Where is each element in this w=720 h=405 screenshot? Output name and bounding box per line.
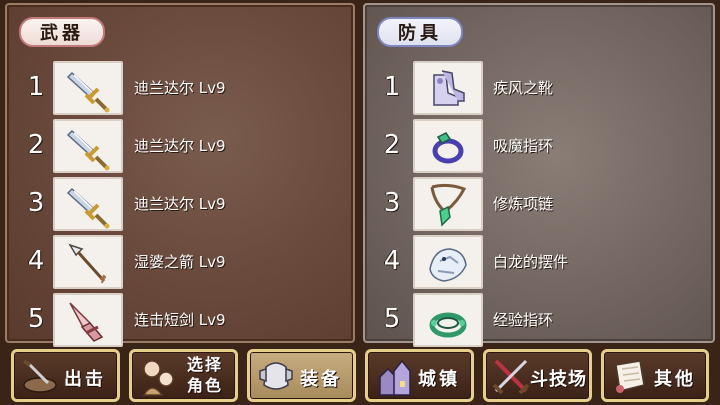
armor-slot-3[interactable]: 3 修炼项链 <box>365 177 713 233</box>
slot-number: 3 <box>383 188 401 218</box>
arrow-icon <box>68 243 107 284</box>
weapons-title: 武器 <box>19 17 105 47</box>
weapon-slot-5[interactable]: 5 连击短剑 Lv9 <box>7 293 353 349</box>
nav-label: 斗技场 <box>530 369 587 390</box>
character-icon <box>142 360 174 396</box>
slot-number: 3 <box>27 188 45 218</box>
nav-equip-button[interactable]: 装备 <box>247 349 356 402</box>
necklace-icon <box>430 183 467 227</box>
item-icon-box[interactable] <box>413 61 483 115</box>
nav-label: 城镇 <box>418 369 460 390</box>
item-name: 经验指环 <box>493 311 554 329</box>
slot-number: 5 <box>383 304 401 334</box>
weapon-slot-2[interactable]: 2 迪兰达尔 Lv9 <box>7 119 353 175</box>
sword-icon <box>66 187 110 229</box>
armor-slot-1[interactable]: 1 疾风之靴 <box>365 61 713 117</box>
item-name: 修炼项链 <box>493 195 554 213</box>
item-name: 吸魔指环 <box>493 137 554 155</box>
nav-label: 出击 <box>64 369 106 390</box>
nav-town-button[interactable]: 城镇 <box>365 349 474 402</box>
green-ring-icon <box>429 312 467 338</box>
item-icon-box[interactable] <box>413 119 483 173</box>
item-name: 迪兰达尔 Lv9 <box>134 137 226 155</box>
slot-number: 4 <box>27 246 45 276</box>
item-name: 湿婆之箭 Lv9 <box>134 253 226 271</box>
item-icon-box[interactable] <box>53 177 123 231</box>
item-icon-box[interactable] <box>53 61 123 115</box>
weapons-panel: 武器 1 迪兰达尔 Lv9 2 迪兰达尔 Lv9 3 迪兰达尔 Lv9 4 湿婆… <box>5 3 355 347</box>
slot-number: 4 <box>383 246 401 276</box>
armor-equip-icon <box>259 362 293 390</box>
boots-icon <box>433 70 465 106</box>
nav-label-line1: 选择 <box>186 355 223 374</box>
item-icon-box[interactable] <box>53 235 123 289</box>
slot-number: 1 <box>383 72 401 102</box>
armor-slot-4[interactable]: 4 白龙的摆件 <box>365 235 713 291</box>
item-name: 迪兰达尔 Lv9 <box>134 195 226 213</box>
nav-arena-button[interactable]: 斗技场 <box>483 349 592 402</box>
item-icon-box[interactable] <box>413 177 483 231</box>
item-name: 疾风之靴 <box>493 79 554 97</box>
dragon-ornament-icon <box>429 248 467 282</box>
slot-number: 1 <box>27 72 45 102</box>
sortie-icon <box>22 359 57 393</box>
slot-number: 2 <box>27 130 45 160</box>
item-name: 迪兰达尔 Lv9 <box>134 79 226 97</box>
slot-number: 5 <box>27 304 45 334</box>
armor-title: 防具 <box>377 17 463 47</box>
crossed-swords-icon <box>492 359 530 395</box>
nav-sortie-button[interactable]: 出击 <box>11 349 120 402</box>
weapon-slot-3[interactable]: 3 迪兰达尔 Lv9 <box>7 177 353 233</box>
scroll-icon <box>615 360 645 393</box>
nav-select-character-button[interactable]: 选择 角色 <box>129 349 238 402</box>
weapon-slot-1[interactable]: 1 迪兰达尔 Lv9 <box>7 61 353 117</box>
armor-panel: 防具 1 疾风之靴 2 吸魔指环 3 修炼项链 4 白龙的摆件 5 经验指环 <box>363 3 715 347</box>
dagger-icon <box>69 302 104 342</box>
nav-label: 其他 <box>654 369 696 390</box>
nav-other-button[interactable]: 其他 <box>601 349 709 402</box>
item-icon-box[interactable] <box>413 235 483 289</box>
sword-icon <box>66 129 110 171</box>
item-icon-box[interactable] <box>53 119 123 173</box>
item-icon-box[interactable] <box>413 293 483 347</box>
item-name: 连击短剑 Lv9 <box>134 311 226 329</box>
town-icon <box>379 359 411 396</box>
item-icon-box[interactable] <box>53 293 123 347</box>
nav-label: 装备 <box>300 369 342 390</box>
armor-slot-2[interactable]: 2 吸魔指环 <box>365 119 713 175</box>
nav-label: 选择 角色 <box>180 354 230 396</box>
weapon-slot-4[interactable]: 4 湿婆之箭 Lv9 <box>7 235 353 291</box>
item-name: 白龙的摆件 <box>493 253 569 271</box>
armor-slot-5[interactable]: 5 经验指环 <box>365 293 713 349</box>
nav-label-line2: 角色 <box>186 376 223 395</box>
sword-icon <box>66 71 110 113</box>
slot-number: 2 <box>383 130 401 160</box>
ring-icon <box>432 132 464 164</box>
